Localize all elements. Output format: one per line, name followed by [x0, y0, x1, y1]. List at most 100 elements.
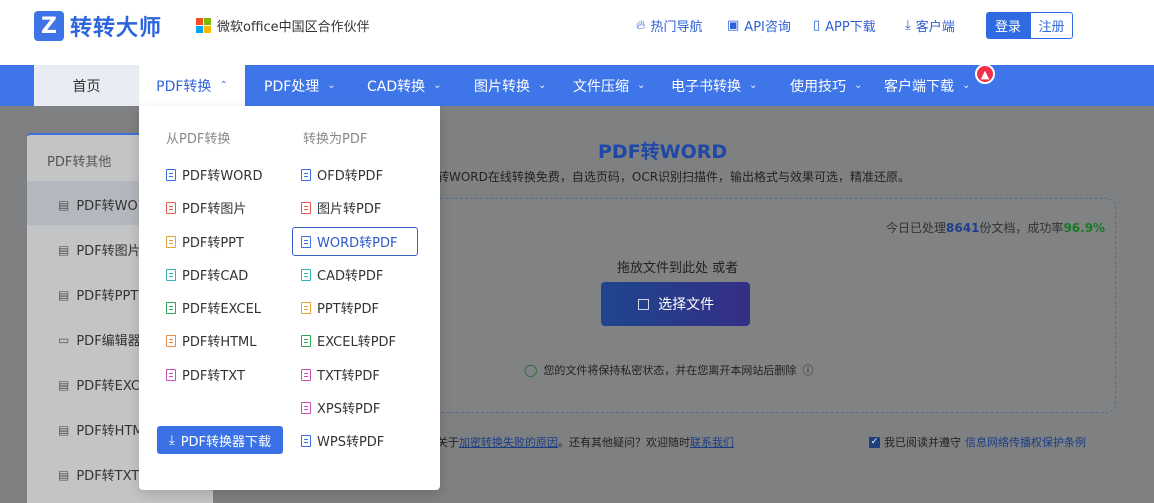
- sidebar-item[interactable]: ▤ PDF转PPT: [58, 285, 138, 305]
- nav-image-convert[interactable]: 图片转换 ⌄: [474, 65, 546, 106]
- file-icon: ▤: [58, 422, 70, 437]
- menu-item-label: WPS转PDF: [317, 435, 385, 450]
- nav-label: 文件压缩: [573, 78, 629, 95]
- file-icon: [301, 434, 311, 447]
- nav-label: CAD转换: [367, 78, 426, 95]
- menu-pdf-to-html[interactable]: PDF转HTML: [166, 326, 257, 355]
- sidebar-item-label: PDF转图片: [76, 244, 141, 259]
- sidebar-item-label: PDF转EXC: [76, 379, 140, 394]
- chevron-down-icon: ⌄: [538, 80, 547, 91]
- topnav-label: APP下载: [825, 20, 876, 35]
- nav-label: 图片转换: [474, 78, 530, 95]
- chevron-down-icon: ⌄: [749, 80, 758, 91]
- menu-item-label: WORD转PDF: [317, 236, 398, 251]
- sidebar-item[interactable]: ▤ PDF转HTM: [58, 420, 144, 440]
- sidebar-item[interactable]: ▤ PDF转图片: [58, 240, 141, 260]
- file-icon: [301, 168, 311, 181]
- contact-link[interactable]: 联系我们: [690, 436, 734, 449]
- register-button[interactable]: 注册: [1030, 12, 1073, 39]
- regulation-link[interactable]: 信息网络传播权保护条例: [965, 434, 1086, 450]
- sidebar-item-label: PDF转TXT: [76, 469, 140, 484]
- menu-txt-to-pdf[interactable]: TXT转PDF: [301, 360, 380, 389]
- menu-item-label: OFD转PDF: [317, 169, 384, 184]
- fire-icon: 🔥︎: [636, 18, 646, 33]
- agreement: ✓ 我已阅读并遵守 信息网络传播权保护条例: [869, 434, 1086, 450]
- menu-excel-to-pdf[interactable]: EXCEL转PDF: [301, 326, 396, 355]
- menu-image-to-pdf[interactable]: 图片转PDF: [301, 193, 381, 222]
- drop-text: 拖放文件到此处 或者: [617, 261, 739, 276]
- sidebar-item[interactable]: ▭ PDF编辑器: [58, 330, 141, 350]
- menu-pdf-to-excel[interactable]: PDF转EXCEL: [166, 293, 261, 322]
- nav-pdf-convert[interactable]: PDF转换 ⌃: [139, 65, 245, 106]
- nav-home[interactable]: 首页: [34, 65, 139, 106]
- choose-file-button[interactable]: □ 选择文件: [601, 282, 750, 326]
- menu-wps-to-pdf[interactable]: WPS转PDF: [301, 426, 384, 455]
- chat-icon: ▣: [727, 18, 740, 33]
- converter-download-button[interactable]: ⤓ PDF转换器下载: [157, 426, 283, 454]
- file-icon: ▤: [58, 467, 70, 482]
- menu-word-to-pdf[interactable]: WORD转PDF: [292, 227, 418, 256]
- file-icon: [166, 368, 176, 381]
- sidebar-item-label: PDF转HTM: [76, 424, 144, 439]
- help-text: 关于加密转换失败的原因。还有其他疑问？欢迎随时联系我们: [437, 434, 734, 450]
- nav-label: 电子书转换: [671, 78, 741, 95]
- brand-logo[interactable]: Z 转转大师: [34, 10, 162, 42]
- nav-cad-convert[interactable]: CAD转换 ⌄: [367, 65, 442, 106]
- file-icon: [301, 201, 311, 214]
- nav-pdf-process[interactable]: PDF处理 ⌄: [264, 65, 336, 106]
- menu-ppt-to-pdf[interactable]: PPT转PDF: [301, 293, 379, 322]
- menu-pdf-to-word[interactable]: PDF转WORD: [166, 160, 262, 189]
- topnav-app[interactable]: ▯ APP下载: [813, 16, 876, 35]
- encryption-help-link[interactable]: 加密转换失败的原因: [459, 436, 558, 449]
- page-description: 转WORD在线转换免费，自选页码，OCR识别扫描件，输出格式与效果可选，精准还原…: [437, 170, 911, 184]
- menu-pdf-to-cad[interactable]: PDF转CAD: [166, 260, 248, 289]
- nav-ebook[interactable]: 电子书转换 ⌄: [671, 65, 757, 106]
- file-icon: [301, 334, 311, 347]
- file-icon: ▤: [58, 197, 70, 212]
- chevron-down-icon: ⌄: [637, 80, 646, 91]
- menu-ofd-to-pdf[interactable]: OFD转PDF: [301, 160, 383, 189]
- sidebar-item[interactable]: ▤ PDF转WO: [58, 195, 138, 215]
- menu-item-label: PDF转EXCEL: [182, 302, 262, 317]
- nav-client-download[interactable]: 客户端下载 ⌄: [884, 65, 970, 106]
- menu-item-label: PDF转HTML: [182, 335, 257, 350]
- sidebar-item[interactable]: ▤ PDF转EXC: [58, 375, 140, 395]
- file-icon: [166, 334, 176, 347]
- info-icon[interactable]: ⓘ: [802, 362, 813, 378]
- nav-label: 使用技巧: [790, 78, 846, 95]
- privacy-text: 您的文件将保持私密状态，并在您离开本网站后删除: [543, 364, 797, 377]
- nav-label: PDF转换: [156, 78, 212, 95]
- phone-icon: ▯: [813, 18, 821, 33]
- sidebar-item-label: PDF转WO: [76, 199, 138, 214]
- menu-xps-to-pdf[interactable]: XPS转PDF: [301, 393, 380, 422]
- menu-item-label: PDF转PPT: [182, 236, 244, 251]
- logo-icon: Z: [34, 11, 64, 41]
- chevron-up-icon: ⌃: [219, 80, 228, 91]
- hot-badge-icon: ▲: [975, 64, 995, 84]
- file-icon: [166, 301, 176, 314]
- privacy-notice: ◯ 您的文件将保持私密状态，并在您离开本网站后删除 ⓘ: [524, 362, 813, 378]
- file-icon: [166, 201, 176, 214]
- menu-cad-to-pdf[interactable]: CAD转PDF: [301, 260, 383, 289]
- file-icon: [301, 368, 311, 381]
- menu-item-label: EXCEL转PDF: [317, 335, 397, 350]
- to-pdf-heading: 转换为PDF: [303, 132, 368, 147]
- topnav-api[interactable]: ▣ API咨询: [727, 16, 791, 35]
- topnav-hot-nav[interactable]: 🔥︎ 热门导航: [636, 16, 703, 35]
- agree-checkbox[interactable]: ✓: [869, 436, 880, 448]
- partner-text: 微软office中国区合作伙伴: [217, 20, 370, 35]
- nav-tips[interactable]: 使用技巧 ⌄: [790, 65, 862, 106]
- site-header: Z 转转大师 微软office中国区合作伙伴 🔥︎ 热门导航 ▣ API咨询 ▯…: [0, 0, 1154, 65]
- sidebar-item[interactable]: ▤ PDF转TXT: [58, 465, 140, 485]
- menu-pdf-to-image[interactable]: PDF转图片: [166, 193, 246, 222]
- topnav-client[interactable]: ⤓ 客户端: [905, 16, 955, 35]
- file-icon: [301, 401, 311, 414]
- nav-compress[interactable]: 文件压缩 ⌄: [573, 65, 645, 106]
- menu-pdf-to-txt[interactable]: PDF转TXT: [166, 360, 245, 389]
- download-button-label: PDF转换器下载: [180, 434, 272, 450]
- menu-pdf-to-ppt[interactable]: PDF转PPT: [166, 227, 244, 256]
- help-mid: 。还有其他疑问？欢迎随时: [558, 436, 690, 449]
- menu-item-label: XPS转PDF: [317, 402, 381, 417]
- topnav-label: 客户端: [915, 20, 955, 35]
- login-button[interactable]: 登录: [986, 12, 1030, 39]
